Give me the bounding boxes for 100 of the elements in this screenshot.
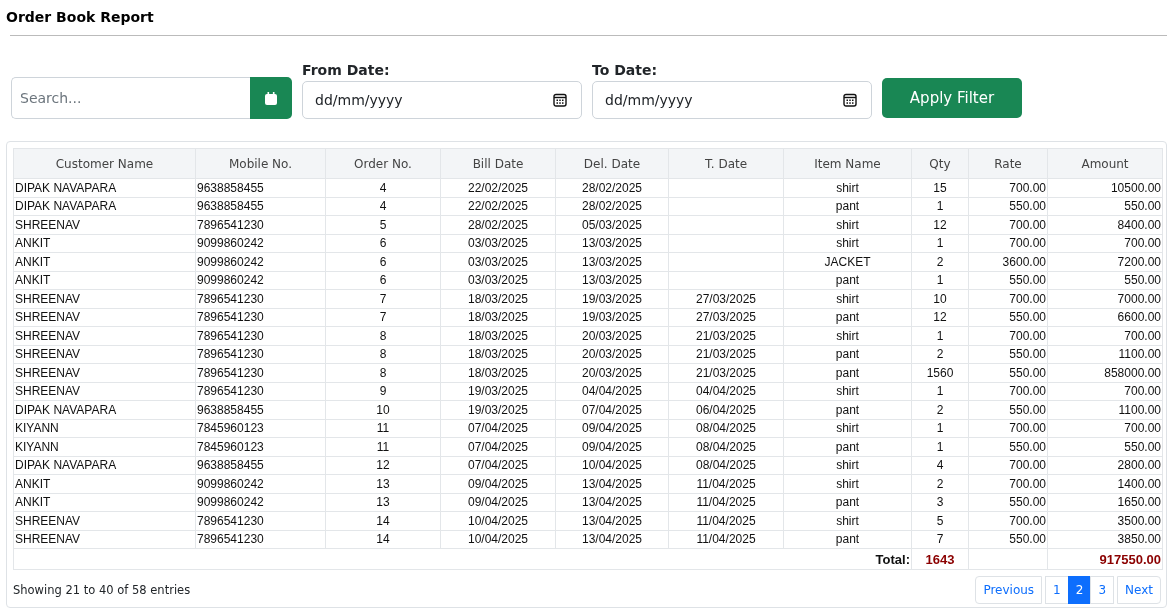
table-cell: 8 [325, 345, 441, 364]
table-cell: pant [783, 271, 912, 290]
table-cell: 9099860242 [195, 493, 326, 512]
table-cell: ANKIT [13, 252, 196, 271]
table-cell: DIPAK NAVAPARA [13, 197, 196, 216]
table-cell: 858000.00 [1047, 363, 1163, 382]
table-cell: KIYANN [13, 419, 196, 438]
calendar-icon [265, 91, 277, 105]
table-cell: DIPAK NAVAPARA [13, 178, 196, 197]
table-cell: 1400.00 [1047, 474, 1163, 493]
table-cell: 7896541230 [195, 326, 326, 345]
table-cell: DIPAK NAVAPARA [13, 456, 196, 475]
column-header[interactable]: T. Date [668, 148, 784, 179]
table-cell: ANKIT [13, 493, 196, 512]
table-cell: 7896541230 [195, 382, 326, 401]
column-header[interactable]: Rate [968, 148, 1048, 179]
calendar-icon[interactable] [553, 93, 567, 107]
table-cell: 1100.00 [1047, 400, 1163, 419]
page-button[interactable]: 2 [1067, 576, 1092, 604]
table-cell: 6600.00 [1047, 308, 1163, 327]
table-cell: 8400.00 [1047, 215, 1163, 234]
table-cell: shirt [783, 474, 912, 493]
table-cell: SHREENAV [13, 326, 196, 345]
table-cell: 7896541230 [195, 289, 326, 308]
table-cell: SHREENAV [13, 382, 196, 401]
table-cell: 6 [325, 252, 441, 271]
table-cell: 550.00 [968, 437, 1048, 456]
table-cell: 15 [911, 178, 969, 197]
table-cell: 13/04/2025 [555, 530, 669, 549]
table-cell: 10/04/2025 [555, 456, 669, 475]
table-cell: 9 [325, 382, 441, 401]
table-cell: SHREENAV [13, 308, 196, 327]
table-cell: 700.00 [968, 511, 1048, 530]
table-cell: 22/02/2025 [440, 197, 556, 216]
table-cell: ANKIT [13, 271, 196, 290]
table-cell: 1 [911, 419, 969, 438]
table-cell: 6 [325, 271, 441, 290]
table-cell: 14 [325, 530, 441, 549]
date-field[interactable]: dd/mm/yyyy [592, 81, 872, 119]
table-cell: 10/04/2025 [440, 530, 556, 549]
table-cell: 550.00 [968, 493, 1048, 512]
column-header[interactable]: Order No. [325, 148, 441, 179]
table-cell: pant [783, 400, 912, 419]
calendar-icon[interactable] [843, 93, 857, 107]
table-cell: 550.00 [1047, 437, 1163, 456]
column-header[interactable]: Mobile No. [195, 148, 326, 179]
table-cell: 10500.00 [1047, 178, 1163, 197]
column-header[interactable]: Customer Name [13, 148, 196, 179]
table-cell: 13/04/2025 [555, 511, 669, 530]
table-cell: pant [783, 437, 912, 456]
column-header[interactable]: Bill Date [440, 148, 556, 179]
table-cell: 1 [911, 271, 969, 290]
table-cell: 7896541230 [195, 363, 326, 382]
page-button[interactable]: Next [1117, 576, 1161, 604]
calendar-button[interactable] [250, 77, 292, 119]
table-cell: 19/03/2025 [440, 400, 556, 419]
table-cell: 09/04/2025 [555, 419, 669, 438]
table-cell: 700.00 [968, 382, 1048, 401]
table-cell: 07/04/2025 [555, 400, 669, 419]
search-field[interactable]: Search... [11, 77, 250, 119]
table-cell: 2 [911, 345, 969, 364]
table-cell: shirt [783, 382, 912, 401]
table-cell: 18/03/2025 [440, 326, 556, 345]
total-qty: 1643 [911, 548, 969, 570]
table-cell: 2 [911, 474, 969, 493]
table-cell: 700.00 [1047, 419, 1163, 438]
page-button[interactable]: Previous [975, 576, 1043, 604]
total-amount: 917550.00 [1047, 548, 1163, 570]
table-cell: 700.00 [968, 326, 1048, 345]
table-cell: 13 [325, 474, 441, 493]
table-cell: 13/04/2025 [555, 474, 669, 493]
column-header[interactable]: Amount [1047, 148, 1163, 179]
table-cell: 09/04/2025 [440, 493, 556, 512]
table-cell: 09/04/2025 [555, 437, 669, 456]
table-cell: 03/03/2025 [440, 252, 556, 271]
table-cell: shirt [783, 456, 912, 475]
table-cell: 10/04/2025 [440, 511, 556, 530]
table-cell: 700.00 [1047, 234, 1163, 253]
table-cell: 20/03/2025 [555, 345, 669, 364]
table-cell: 7 [325, 289, 441, 308]
table-cell: 7000.00 [1047, 289, 1163, 308]
table-cell: 08/04/2025 [668, 456, 784, 475]
table-cell: 28/02/2025 [555, 197, 669, 216]
table-cell: 18/03/2025 [440, 363, 556, 382]
column-header[interactable]: Qty [911, 148, 969, 179]
table-cell: DIPAK NAVAPARA [13, 400, 196, 419]
table-cell: 22/02/2025 [440, 178, 556, 197]
table-cell: 7896541230 [195, 308, 326, 327]
page-button[interactable]: 1 [1045, 576, 1069, 604]
table-cell: 9099860242 [195, 252, 326, 271]
column-header[interactable]: Item Name [783, 148, 912, 179]
date-field[interactable]: dd/mm/yyyy [302, 81, 582, 119]
table-cell: 10 [325, 400, 441, 419]
apply-filter-button[interactable]: Apply Filter [882, 78, 1022, 118]
column-header[interactable]: Del. Date [555, 148, 669, 179]
table-cell: 700.00 [968, 215, 1048, 234]
table-cell: 21/03/2025 [668, 363, 784, 382]
table-cell: 3500.00 [1047, 511, 1163, 530]
page-button[interactable]: 3 [1090, 576, 1115, 604]
table-cell: SHREENAV [13, 289, 196, 308]
